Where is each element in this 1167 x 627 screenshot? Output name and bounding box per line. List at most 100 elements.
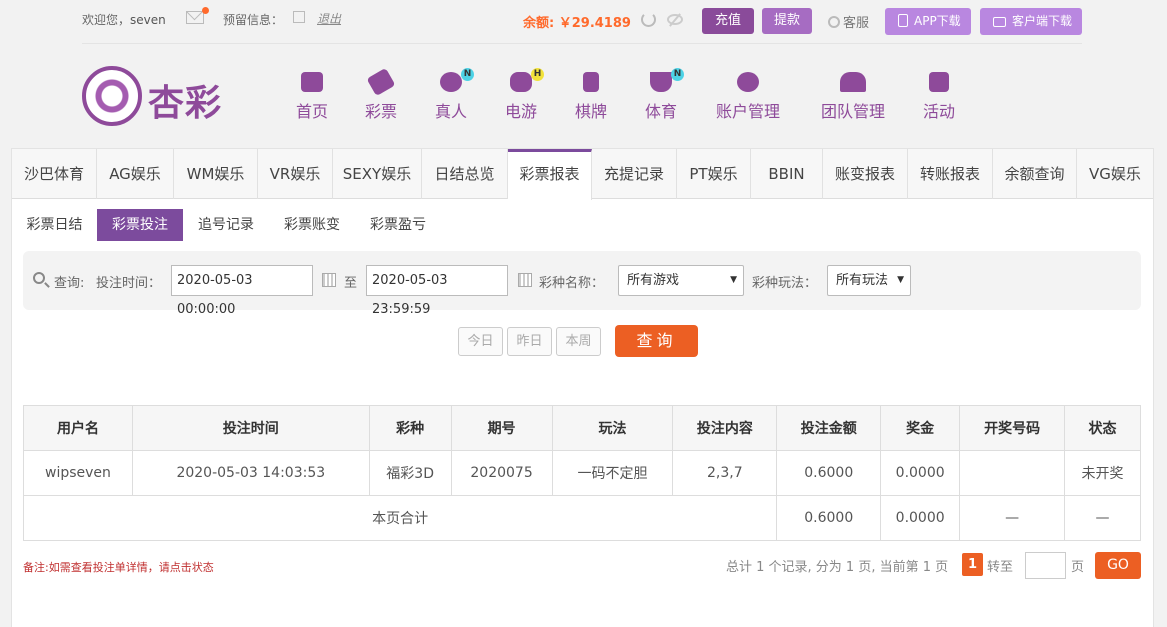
nav-label: 账户管理 (715, 102, 780, 121)
cell-total-prize: 0.0000 (880, 495, 961, 541)
service-icon (828, 16, 840, 28)
today-button[interactable]: 今日 (458, 327, 503, 356)
mail-icon[interactable] (186, 11, 204, 24)
logo-emblem (82, 66, 142, 126)
nav-slots[interactable]: H 电游 (502, 68, 544, 122)
lottery-select-value: 所有游戏 (627, 273, 680, 288)
go-button[interactable]: GO (1095, 552, 1141, 579)
lottery-name-label: 彩种名称： (539, 276, 605, 291)
subtab-lottery-profit[interactable]: 彩票盈亏 (355, 209, 441, 241)
cell-play: 一码不定胆 (551, 450, 674, 496)
filter-bar: 查询: 投注时间： 2020-05-03 00:00:00 至 2020-05-… (23, 251, 1141, 317)
welcome-prefix: 欢迎您， (82, 13, 131, 27)
tab-ag[interactable]: AG娱乐 (97, 149, 174, 199)
customer-service-link[interactable]: 客服 (828, 12, 869, 31)
cell-lottery: 福彩3D (368, 450, 452, 496)
cell-issue: 2020075 (450, 450, 553, 496)
note-text: 备注:如需查看投注单详情，请点击状态 (23, 561, 214, 574)
table-header-row: 用户名 投注时间 彩种 期号 玩法 投注内容 投注金额 奖金 开奖号码 状态 (23, 405, 1141, 451)
tab-bbin[interactable]: BBIN (751, 149, 823, 199)
col-bet-time: 投注时间 (131, 405, 370, 451)
col-lottery: 彩种 (368, 405, 452, 451)
cell-page-total-label: 本页合计 (22, 495, 778, 541)
tab-transfer-report[interactable]: 转账报表 (908, 149, 993, 199)
tab-pt[interactable]: PT娱乐 (677, 149, 751, 199)
monitor-icon (993, 17, 1006, 27)
to-label: 至 (344, 276, 358, 291)
cell-prize: 0.0000 (880, 450, 961, 496)
logo[interactable]: 杏彩 (82, 66, 234, 128)
col-status: 状态 (1064, 405, 1141, 451)
nav-home[interactable]: 首页 (293, 72, 331, 122)
start-time-input[interactable]: 2020-05-03 00:00:00 (171, 265, 313, 317)
app-download-label: APP下载 (914, 14, 961, 28)
logout-link[interactable]: 退出 (317, 10, 341, 27)
tab-deposit-withdraw[interactable]: 充提记录 (592, 149, 677, 199)
service-label: 客服 (843, 16, 870, 31)
goto-page-input[interactable] (1025, 552, 1066, 579)
page-number-current[interactable]: 1 (962, 553, 983, 576)
subtab-chase-records[interactable]: 追号记录 (183, 209, 269, 241)
nav-team[interactable]: 团队管理 (818, 72, 888, 122)
withdraw-button[interactable]: 提款 (762, 8, 812, 34)
team-icon (840, 72, 866, 92)
search-icon (33, 272, 45, 284)
col-username: 用户名 (23, 405, 133, 451)
tab-vg[interactable]: VG娱乐 (1077, 149, 1153, 199)
subtab-lottery-bets[interactable]: 彩票投注 (97, 209, 183, 241)
play-type-label: 彩种玩法： (752, 276, 818, 291)
goto-label: 转至 (987, 560, 1014, 575)
query-button[interactable]: 查询 (615, 325, 698, 357)
tab-vr[interactable]: VR娱乐 (258, 149, 333, 199)
tab-lottery-report[interactable]: 彩票报表 (508, 149, 592, 200)
nav-label: 真人 (434, 102, 467, 121)
tab-sexy[interactable]: SEXY娱乐 (333, 149, 422, 199)
this-week-button[interactable]: 本周 (556, 327, 601, 356)
welcome-text: 欢迎您，seven (82, 11, 166, 28)
cell-total-draw-number: — (959, 495, 1066, 541)
app-download-button[interactable]: APP下载 (885, 8, 971, 35)
nav-lottery[interactable]: 彩票 (362, 67, 400, 122)
nav-chess[interactable]: 棋牌 (572, 72, 610, 122)
badge-new: N (461, 68, 474, 81)
nav-live[interactable]: N 真人 (432, 68, 474, 122)
nav-label: 棋牌 (574, 102, 607, 121)
edit-icon[interactable] (293, 11, 305, 23)
client-download-button[interactable]: 客户端下载 (980, 8, 1082, 35)
tab-wm[interactable]: WM娱乐 (174, 149, 258, 199)
tab-balance-query[interactable]: 余额查询 (993, 149, 1077, 199)
report-subtabs: 彩票日结 彩票投注 追号记录 彩票账变 彩票盈亏 (12, 209, 441, 241)
recharge-button[interactable]: 充值 (702, 8, 754, 34)
live-dealer-icon: N (440, 68, 474, 92)
subtab-lottery-changes[interactable]: 彩票账变 (269, 209, 355, 241)
badge-hot: H (531, 68, 544, 81)
nav-activity[interactable]: 活动 (920, 72, 958, 122)
subtab-lottery-daily[interactable]: 彩票日结 (12, 209, 97, 241)
tab-balance-change[interactable]: 账变报表 (823, 149, 908, 199)
cell-amount: 0.6000 (776, 450, 882, 496)
phone-icon (898, 14, 908, 27)
tab-saba-sports[interactable]: 沙巴体育 (12, 149, 97, 199)
col-issue: 期号 (450, 405, 553, 451)
yesterday-button[interactable]: 昨日 (507, 327, 552, 356)
play-type-select[interactable]: 所有玩法 ▼ (827, 265, 911, 296)
tab-daily-overview[interactable]: 日结总览 (422, 149, 508, 199)
col-content: 投注内容 (672, 405, 778, 451)
refresh-icon[interactable] (641, 12, 656, 27)
page-suffix: 页 (1071, 560, 1085, 575)
nav-account[interactable]: 账户管理 (713, 72, 783, 122)
hide-balance-icon[interactable] (667, 14, 683, 25)
pager-summary: 总计 1 个记录, 分为 1 页, 当前第 1 页 (726, 560, 949, 575)
cards-icon (583, 72, 599, 92)
calendar-icon[interactable] (518, 273, 532, 287)
nav-label: 活动 (922, 102, 955, 121)
end-time-input[interactable]: 2020-05-03 23:59:59 (366, 265, 508, 317)
lottery-select[interactable]: 所有游戏 ▼ (618, 265, 744, 296)
badge-new: N (671, 68, 684, 81)
status-link[interactable]: 未开奖 (1064, 450, 1141, 496)
nav-sports[interactable]: N 体育 (642, 68, 684, 122)
nav-label: 彩票 (364, 102, 397, 121)
reserve-info-label: 预留信息： (223, 13, 284, 27)
calendar-icon[interactable] (322, 273, 336, 287)
col-prize: 奖金 (880, 405, 961, 451)
